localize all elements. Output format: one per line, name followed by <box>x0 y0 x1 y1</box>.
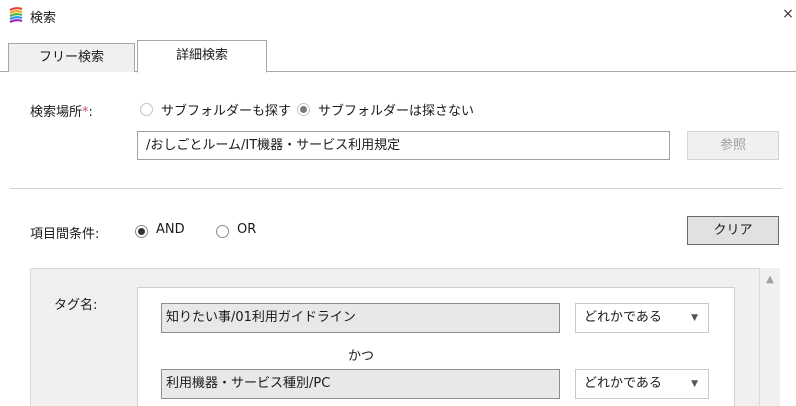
and-radio-label: AND <box>156 222 185 237</box>
exclude-subfolders-label: サブフォルダーは探さない <box>318 104 475 119</box>
tag-value-field-2[interactable]: 利用機器・サービス種別/PC <box>161 369 560 399</box>
item-condition-label: 項目間条件: <box>30 227 100 242</box>
match-mode-select-1[interactable]: どれかである ▼ <box>575 303 709 333</box>
match-mode-value-1: どれかである <box>584 310 662 325</box>
clear-button[interactable]: クリア <box>687 216 779 245</box>
condition-joiner: かつ <box>348 349 375 364</box>
and-radio[interactable] <box>135 225 148 238</box>
or-radio-label: OR <box>237 222 257 237</box>
close-icon[interactable]: × <box>780 4 796 24</box>
search-path-field[interactable]: /おしごとルーム/IT機器・サービス利用規定 <box>137 131 670 160</box>
section-divider <box>10 188 782 189</box>
panel-scrollbar[interactable] <box>760 268 780 406</box>
title-bar: 検索 × <box>0 0 796 32</box>
include-subfolders-radio[interactable] <box>140 103 153 116</box>
chevron-up-icon[interactable]: ▲ <box>760 272 780 288</box>
chevron-down-icon: ▼ <box>691 379 698 389</box>
match-mode-select-2[interactable]: どれかである ▼ <box>575 369 709 399</box>
app-logo-icon <box>9 7 23 23</box>
tab-detailed-search[interactable]: 詳細検索 <box>137 40 267 73</box>
tag-name-label: タグ名: <box>54 298 98 313</box>
browse-button[interactable]: 参照 <box>687 131 779 160</box>
tab-free-search[interactable]: フリー検索 <box>8 43 135 72</box>
match-mode-value-2: どれかである <box>584 376 662 391</box>
or-radio[interactable] <box>216 225 229 238</box>
search-location-label: 検索場所*: <box>30 105 93 120</box>
chevron-down-icon: ▼ <box>691 313 698 323</box>
tab-bar: フリー検索 詳細検索 <box>0 40 796 73</box>
exclude-subfolders-radio[interactable] <box>297 103 310 116</box>
include-subfolders-label: サブフォルダーも探す <box>161 104 292 119</box>
window-title: 検索 <box>30 11 57 26</box>
tag-value-field-1[interactable]: 知りたい事/01利用ガイドライン <box>161 303 560 333</box>
